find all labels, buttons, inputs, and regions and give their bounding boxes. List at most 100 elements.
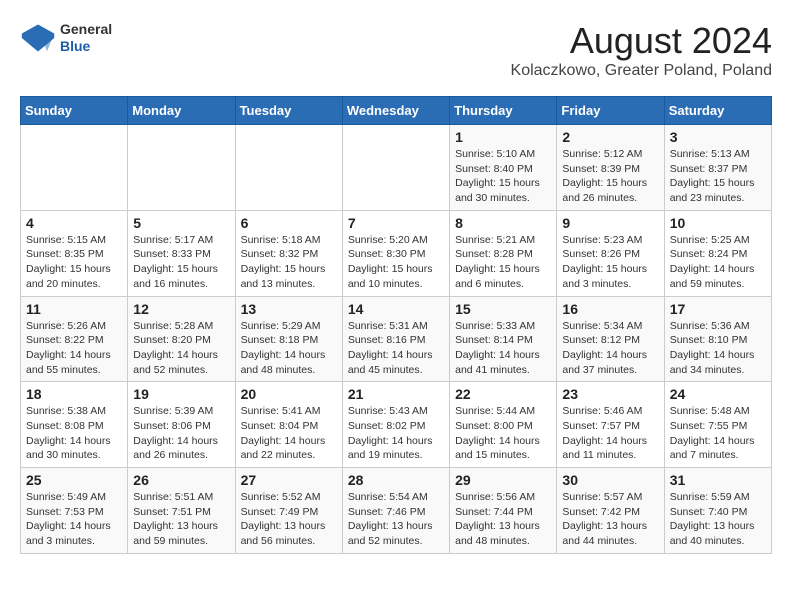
logo-blue: Blue (60, 38, 112, 55)
cell-day-info: Sunrise: 5:48 AMSunset: 7:55 PMDaylight:… (670, 404, 766, 463)
cell-day-info: Sunrise: 5:57 AMSunset: 7:42 PMDaylight:… (562, 490, 658, 549)
cell-day-number: 14 (348, 301, 444, 317)
table-row: 5Sunrise: 5:17 AMSunset: 8:33 PMDaylight… (128, 210, 235, 296)
day-header-saturday: Saturday (664, 97, 771, 125)
cell-day-number: 23 (562, 386, 658, 402)
table-row: 17 Sunrise: 5:36 AMSunset: 8:10 PMDayligh… (664, 296, 771, 382)
day-header-tuesday: Tuesday (235, 97, 342, 125)
cell-day-info: Sunrise: 5:52 AMSunset: 7:49 PMDaylight:… (241, 490, 337, 549)
cell-day-number: 24 (670, 386, 766, 402)
cell-day-info: Sunrise: 5:20 AMSunset: 8:30 PMDaylight:… (348, 233, 444, 292)
cell-day-info: Sunrise: 5:29 AMSunset: 8:18 PMDaylight:… (241, 319, 337, 378)
calendar-week-row: 25Sunrise: 5:49 AMSunset: 7:53 PMDayligh… (21, 468, 772, 554)
table-row: 11Sunrise: 5:26 AMSunset: 8:22 PMDayligh… (21, 296, 128, 382)
calendar-table: SundayMondayTuesdayWednesdayThursdayFrid… (20, 96, 772, 554)
table-row: 15 Sunrise: 5:33 AMSunset: 8:14 PMDayligh… (450, 296, 557, 382)
table-row: 6 Sunrise: 5:18 AMSunset: 8:32 PMDaylight… (235, 210, 342, 296)
day-header-wednesday: Wednesday (342, 97, 449, 125)
logo: General Blue (20, 20, 112, 56)
cell-day-info: Sunrise: 5:13 AMSunset: 8:37 PMDaylight:… (670, 147, 766, 206)
cell-day-info: Sunrise: 5:39 AMSunset: 8:06 PMDaylight:… (133, 404, 229, 463)
cell-day-info: Sunrise: 5:28 AMSunset: 8:20 PMDaylight:… (133, 319, 229, 378)
table-row: 14 Sunrise: 5:31 AMSunset: 8:16 PMDayligh… (342, 296, 449, 382)
table-row: 10 Sunrise: 5:25 AMSunset: 8:24 PMDayligh… (664, 210, 771, 296)
table-row: 8 Sunrise: 5:21 AMSunset: 8:28 PMDaylight… (450, 210, 557, 296)
table-row: 28 Sunrise: 5:54 AMSunset: 7:46 PMDayligh… (342, 468, 449, 554)
table-row: 24 Sunrise: 5:48 AMSunset: 7:55 PMDayligh… (664, 382, 771, 468)
day-header-thursday: Thursday (450, 97, 557, 125)
calendar-header: SundayMondayTuesdayWednesdayThursdayFrid… (21, 97, 772, 125)
cell-day-number: 3 (670, 129, 766, 145)
table-row: 20 Sunrise: 5:41 AMSunset: 8:04 PMDayligh… (235, 382, 342, 468)
cell-day-number: 15 (455, 301, 551, 317)
cell-day-number: 13 (241, 301, 337, 317)
table-row: 18Sunrise: 5:38 AMSunset: 8:08 PMDayligh… (21, 382, 128, 468)
table-row: 26 Sunrise: 5:51 AMSunset: 7:51 PMDayligh… (128, 468, 235, 554)
cell-day-info: Sunrise: 5:54 AMSunset: 7:46 PMDaylight:… (348, 490, 444, 549)
cell-day-number: 17 (670, 301, 766, 317)
table-row: 3 Sunrise: 5:13 AMSunset: 8:37 PMDaylight… (664, 125, 771, 211)
cell-day-number: 30 (562, 472, 658, 488)
cell-day-number: 8 (455, 215, 551, 231)
cell-day-info: Sunrise: 5:21 AMSunset: 8:28 PMDaylight:… (455, 233, 551, 292)
cell-day-number: 6 (241, 215, 337, 231)
cell-day-number: 1 (455, 129, 551, 145)
cell-day-info: Sunrise: 5:12 AMSunset: 8:39 PMDaylight:… (562, 147, 658, 206)
day-header-monday: Monday (128, 97, 235, 125)
table-row: 4Sunrise: 5:15 AMSunset: 8:35 PMDaylight… (21, 210, 128, 296)
table-row (21, 125, 128, 211)
cell-day-number: 20 (241, 386, 337, 402)
table-row: 16Sunrise: 5:34 AMSunset: 8:12 PMDayligh… (557, 296, 664, 382)
table-row: 23 Sunrise: 5:46 AMSunset: 7:57 PMDayligh… (557, 382, 664, 468)
cell-day-info: Sunrise: 5:33 AMSunset: 8:14 PMDaylight:… (455, 319, 551, 378)
cell-day-number: 25 (26, 472, 122, 488)
cell-day-number: 12 (133, 301, 229, 317)
table-row: 12 Sunrise: 5:28 AMSunset: 8:20 PMDayligh… (128, 296, 235, 382)
table-row: 25Sunrise: 5:49 AMSunset: 7:53 PMDayligh… (21, 468, 128, 554)
cell-day-number: 26 (133, 472, 229, 488)
table-row: 9Sunrise: 5:23 AMSunset: 8:26 PMDaylight… (557, 210, 664, 296)
calendar-title: August 2024 (511, 20, 772, 62)
calendar-week-row: 4Sunrise: 5:15 AMSunset: 8:35 PMDaylight… (21, 210, 772, 296)
title-section: August 2024 Kolaczkowo, Greater Poland, … (511, 20, 772, 80)
cell-day-number: 7 (348, 215, 444, 231)
cell-day-info: Sunrise: 5:25 AMSunset: 8:24 PMDaylight:… (670, 233, 766, 292)
cell-day-info: Sunrise: 5:36 AMSunset: 8:10 PMDaylight:… (670, 319, 766, 378)
day-header-friday: Friday (557, 97, 664, 125)
cell-day-number: 11 (26, 301, 122, 317)
cell-day-number: 19 (133, 386, 229, 402)
table-row: 30 Sunrise: 5:57 AMSunset: 7:42 PMDayligh… (557, 468, 664, 554)
calendar-body: 1Sunrise: 5:10 AMSunset: 8:40 PMDaylight… (21, 125, 772, 554)
cell-day-number: 2 (562, 129, 658, 145)
cell-day-number: 27 (241, 472, 337, 488)
cell-day-info: Sunrise: 5:51 AMSunset: 7:51 PMDaylight:… (133, 490, 229, 549)
cell-day-number: 28 (348, 472, 444, 488)
cell-day-number: 29 (455, 472, 551, 488)
cell-day-info: Sunrise: 5:18 AMSunset: 8:32 PMDaylight:… (241, 233, 337, 292)
logo-general: General (60, 21, 112, 38)
cell-day-info: Sunrise: 5:23 AMSunset: 8:26 PMDaylight:… (562, 233, 658, 292)
cell-day-info: Sunrise: 5:43 AMSunset: 8:02 PMDaylight:… (348, 404, 444, 463)
day-header-row: SundayMondayTuesdayWednesdayThursdayFrid… (21, 97, 772, 125)
calendar-subtitle: Kolaczkowo, Greater Poland, Poland (511, 62, 772, 80)
calendar-week-row: 18Sunrise: 5:38 AMSunset: 8:08 PMDayligh… (21, 382, 772, 468)
table-row: 7 Sunrise: 5:20 AMSunset: 8:30 PMDaylight… (342, 210, 449, 296)
cell-day-number: 10 (670, 215, 766, 231)
cell-day-info: Sunrise: 5:56 AMSunset: 7:44 PMDaylight:… (455, 490, 551, 549)
cell-day-info: Sunrise: 5:31 AMSunset: 8:16 PMDaylight:… (348, 319, 444, 378)
table-row (128, 125, 235, 211)
cell-day-info: Sunrise: 5:46 AMSunset: 7:57 PMDaylight:… (562, 404, 658, 463)
table-row (342, 125, 449, 211)
cell-day-info: Sunrise: 5:41 AMSunset: 8:04 PMDaylight:… (241, 404, 337, 463)
table-row: 31Sunrise: 5:59 AMSunset: 7:40 PMDayligh… (664, 468, 771, 554)
table-row: 21Sunrise: 5:43 AMSunset: 8:02 PMDayligh… (342, 382, 449, 468)
table-row: 2 Sunrise: 5:12 AMSunset: 8:39 PMDaylight… (557, 125, 664, 211)
table-row: 27 Sunrise: 5:52 AMSunset: 7:49 PMDayligh… (235, 468, 342, 554)
calendar-week-row: 1Sunrise: 5:10 AMSunset: 8:40 PMDaylight… (21, 125, 772, 211)
cell-day-number: 16 (562, 301, 658, 317)
day-header-sunday: Sunday (21, 97, 128, 125)
table-row (235, 125, 342, 211)
calendar-week-row: 11Sunrise: 5:26 AMSunset: 8:22 PMDayligh… (21, 296, 772, 382)
table-row: 1Sunrise: 5:10 AMSunset: 8:40 PMDaylight… (450, 125, 557, 211)
table-row: 19 Sunrise: 5:39 AMSunset: 8:06 PMDayligh… (128, 382, 235, 468)
